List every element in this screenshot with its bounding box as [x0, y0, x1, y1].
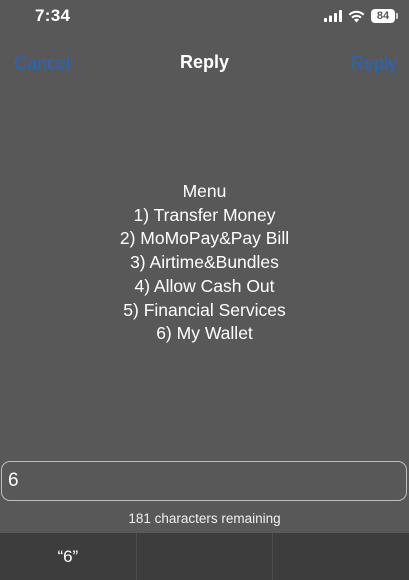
reply-input[interactable] [1, 461, 407, 501]
keyboard-suggestion-2[interactable] [135, 533, 273, 580]
menu-option-my-wallet: 6) My Wallet [156, 323, 253, 344]
nav-bar: Cancel Reply Reply [0, 44, 409, 82]
battery-icon: 84 [371, 9, 398, 23]
page-title: Reply [179, 52, 230, 72]
status-time: 7:34 [35, 6, 71, 25]
menu-option-momopay: 2) MoMoPay&Pay Bill [119, 228, 290, 249]
battery-level: 84 [376, 10, 390, 22]
keyboard-suggestion-1[interactable]: “6” [0, 533, 136, 580]
reply-button[interactable]: Reply [351, 53, 397, 74]
status-icons: 84 [324, 7, 398, 25]
cellular-signal-icon [324, 10, 342, 22]
characters-remaining: 181 characters remaining [128, 511, 281, 526]
keyboard-suggestion-bar: “6” [0, 533, 409, 580]
menu-option-financial-services: 5) Financial Services [123, 299, 286, 320]
status-bar: 7:34 84 [0, 0, 409, 34]
menu-option-allow-cash-out: 4) Allow Cash Out [134, 275, 275, 296]
ussd-menu-message: Menu 1) Transfer Money 2) MoMoPay&Pay Bi… [0, 180, 409, 346]
menu-heading: Menu [182, 181, 227, 201]
keyboard-suggestion-3[interactable] [272, 533, 409, 580]
menu-option-transfer-money: 1) Transfer Money [133, 204, 276, 225]
wifi-icon [348, 10, 365, 22]
menu-option-airtime: 3) Airtime&Bundles [130, 252, 279, 273]
